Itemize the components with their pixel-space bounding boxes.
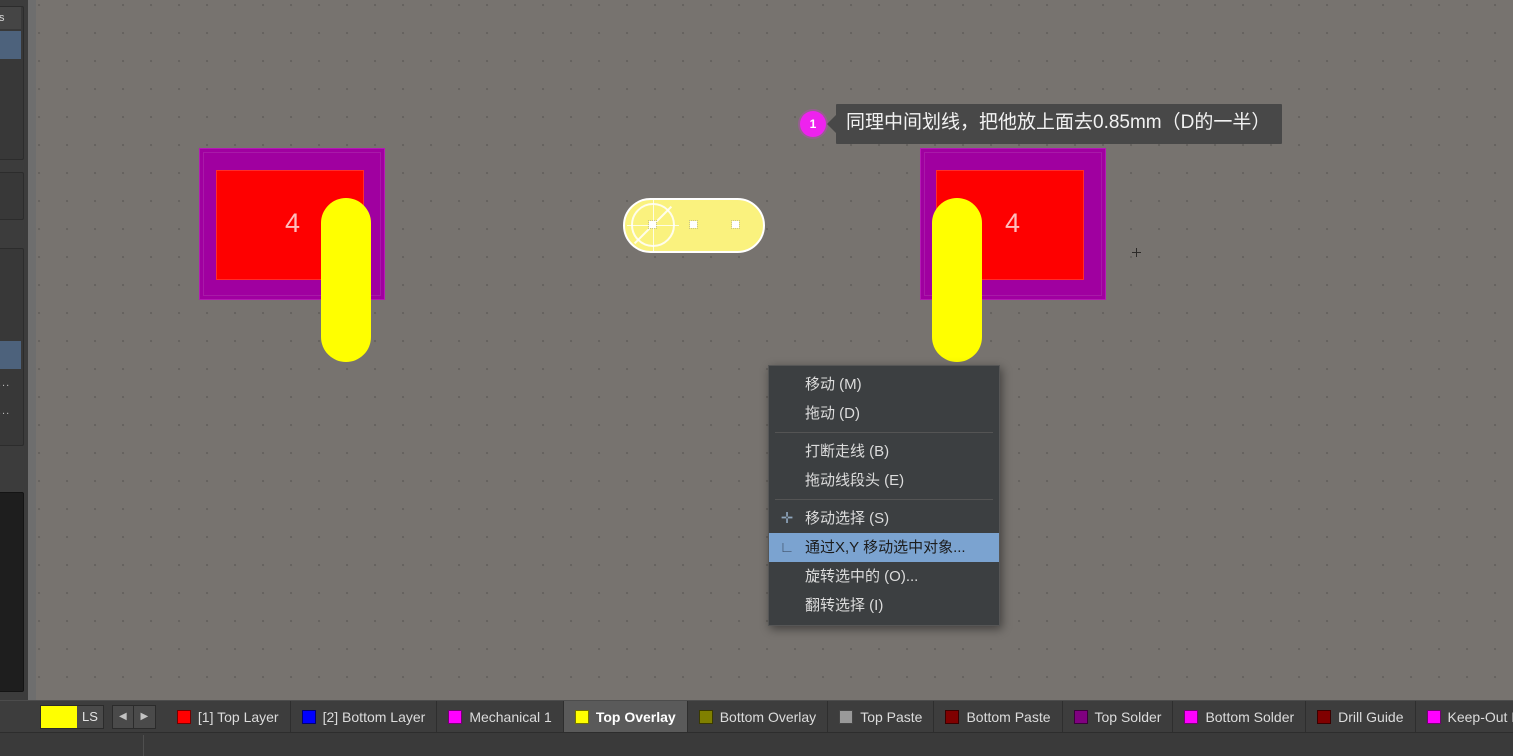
layer-tab-top-overlay[interactable]: Top Overlay	[563, 701, 688, 732]
layer-tab-label: Keep-Out Layer	[1447, 708, 1513, 725]
layer-color-chip	[1317, 709, 1332, 724]
layer-tab-bottom-layer[interactable]: [2] Bottom Layer	[291, 701, 438, 732]
context-menu-item-label: 移动 (M)	[805, 376, 862, 393]
layer-tab-label: Mechanical 1	[469, 708, 552, 725]
left-panel-top-selected-row[interactable]	[0, 31, 21, 59]
layer-tabs[interactable]: [1] Top Layer [2] Bottom Layer Mechanica…	[166, 701, 1513, 732]
menu-icon-blank	[777, 562, 797, 591]
layer-tab-label: Bottom Paste	[966, 708, 1051, 725]
pad-number-right: 4	[1005, 208, 1021, 238]
layer-prev-button[interactable]: ◀	[111, 704, 134, 729]
layer-tab-bottom-overlay[interactable]: Bottom Overlay	[688, 701, 829, 732]
layer-set-label: LS	[82, 708, 98, 724]
context-menu-item-flip-selection[interactable]: 翻转选择 (I)	[769, 591, 999, 620]
context-menu-separator	[775, 499, 993, 500]
status-bar	[0, 732, 1513, 756]
context-menu-item-drag-track-end[interactable]: 拖动线段头 (E)	[769, 466, 999, 495]
context-menu[interactable]: 移动 (M) 拖动 (D) 打断走线 (B) 拖动线段头 (E) ✛ 移动选择 …	[768, 365, 1000, 626]
selection-handle[interactable]	[689, 220, 698, 229]
context-menu-item-label: 打断走线 (B)	[805, 443, 890, 460]
layer-tab-label: Top Paste	[860, 708, 923, 725]
layer-tab-label: [1] Top Layer	[197, 708, 279, 725]
layer-tab-keep-out-layer[interactable]: Keep-Out Layer	[1416, 701, 1513, 732]
context-menu-item-move[interactable]: 移动 (M)	[769, 370, 999, 399]
panel-splitter[interactable]	[28, 0, 36, 700]
layer-color-chip	[945, 709, 960, 724]
menu-icon-blank	[777, 466, 797, 495]
context-menu-item-break-track[interactable]: 打断走线 (B)	[769, 437, 999, 466]
layer-color-chip	[1184, 709, 1199, 724]
layer-tab-drill-guide[interactable]: Drill Guide	[1306, 701, 1416, 732]
layer-tab-top-paste[interactable]: Top Paste	[828, 701, 935, 732]
pcb-editor-window: s ... ... 4	[0, 0, 1513, 756]
plus-icon: ✛	[780, 510, 794, 527]
layer-tab-label: Top Overlay	[595, 708, 676, 725]
context-menu-item-move-selection[interactable]: ✛ 移动选择 (S)	[769, 504, 999, 533]
silkscreen-line-right[interactable]	[932, 198, 982, 362]
context-menu-item-rotate-selection[interactable]: 旋转选中的 (O)...	[769, 562, 999, 591]
left-panel-third-selected-row[interactable]	[0, 341, 21, 369]
left-panel-top-title: s	[0, 7, 21, 29]
layer-nav-buttons[interactable]: ◀ ▶	[111, 704, 156, 729]
pad-number-left: 4	[285, 208, 301, 238]
layer-tab-label: Bottom Solder	[1205, 708, 1295, 725]
layer-color-chip	[839, 709, 854, 724]
pointer-marker-icon	[1132, 248, 1141, 257]
context-menu-separator	[775, 432, 993, 433]
layer-tab-label: Drill Guide	[1338, 708, 1404, 725]
left-panel-third[interactable]: ... ...	[0, 248, 24, 446]
menu-icon-blank	[777, 370, 797, 399]
layer-color-chip	[176, 709, 191, 724]
left-panel-top[interactable]: s	[0, 6, 24, 160]
layer-color-chip	[574, 709, 589, 724]
layer-set-color-swatch	[41, 705, 77, 728]
layer-tab-bar[interactable]: LS ◀ ▶ [1] Top Layer [2] Bottom Layer Me…	[0, 700, 1513, 732]
annotation-text: 同理中间划线，把他放上面去0.85mm（D的一半）	[836, 104, 1283, 144]
layer-tab-top-solder[interactable]: Top Solder	[1063, 701, 1174, 732]
left-panel-ellipsis-1: ...	[0, 377, 11, 389]
annotation-callout: 1 同理中间划线，把他放上面去0.85mm（D的一半）	[800, 104, 1283, 144]
layer-color-chip	[698, 709, 713, 724]
menu-icon-blank	[777, 591, 797, 620]
pcb-canvas[interactable]: 4 4 1 同理中间划线，把他放上面去0.85mm（D的一半） 移动 (M) 拖…	[36, 0, 1513, 700]
status-bar-divider	[143, 735, 144, 756]
annotation-badge[interactable]: 1	[800, 110, 826, 137]
selection-handle[interactable]	[648, 220, 657, 229]
layer-tab-label: Bottom Overlay	[719, 708, 817, 725]
layer-color-chip	[1073, 709, 1088, 724]
selection-handle[interactable]	[731, 220, 740, 229]
left-panel-strip: s ... ...	[0, 0, 36, 700]
context-menu-item-label: 旋转选中的 (O)...	[805, 568, 919, 585]
left-panel-bottom[interactable]	[0, 492, 24, 692]
axis-icon: ∟	[779, 539, 795, 556]
menu-icon-blank	[777, 399, 797, 428]
left-panel-ellipsis-2: ...	[0, 405, 11, 417]
layer-tab-label: Top Solder	[1094, 708, 1162, 725]
layer-next-button[interactable]: ▶	[133, 704, 156, 729]
layer-tab-bottom-paste[interactable]: Bottom Paste	[934, 701, 1063, 732]
context-menu-item-label: 翻转选择 (I)	[805, 597, 884, 614]
context-menu-item-label: 拖动 (D)	[805, 405, 860, 422]
layer-tab-top-layer[interactable]: [1] Top Layer	[166, 701, 291, 732]
silkscreen-line-left[interactable]	[321, 198, 371, 362]
context-menu-item-label: 拖动线段头 (E)	[805, 472, 905, 489]
context-menu-item-drag[interactable]: 拖动 (D)	[769, 399, 999, 428]
layer-color-chip	[448, 709, 463, 724]
layer-set-button[interactable]: LS	[40, 704, 104, 729]
layer-tab-label: [2] Bottom Layer	[322, 708, 426, 725]
layer-tab-mechanical-1[interactable]: Mechanical 1	[437, 701, 564, 732]
context-menu-item-label: 通过X,Y 移动选中对象...	[805, 539, 966, 556]
context-menu-item-move-selection-by-xy[interactable]: ∟ 通过X,Y 移动选中对象...	[769, 533, 999, 562]
context-menu-item-label: 移动选择 (S)	[805, 510, 890, 527]
annotation-arrow-icon	[827, 114, 836, 133]
menu-icon-blank	[777, 437, 797, 466]
layer-tab-bottom-solder[interactable]: Bottom Solder	[1173, 701, 1307, 732]
layer-color-chip	[1426, 709, 1441, 724]
layer-color-chip	[301, 709, 316, 724]
left-panel-second[interactable]	[0, 172, 24, 220]
